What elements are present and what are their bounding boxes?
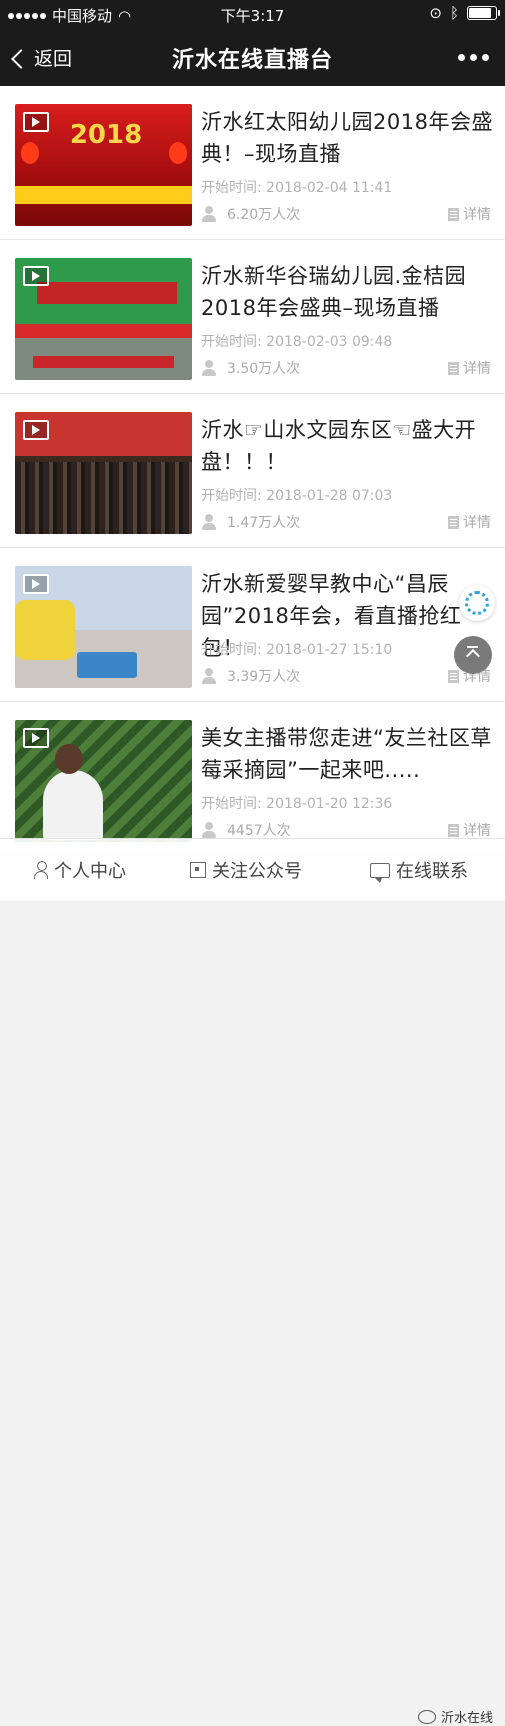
list-item[interactable]: 2018 沂水红太阳幼儿园2018年会盛典！–现场直播 开始时间: 2018-0… xyxy=(0,86,505,240)
details-link[interactable]: 详情 xyxy=(448,512,491,532)
watermark: 沂水在线 xyxy=(417,1707,493,1726)
tab-label: 在线联系 xyxy=(396,861,468,882)
video-thumbnail xyxy=(15,412,192,534)
qr-code-icon xyxy=(190,862,206,878)
details-link[interactable]: 详情 xyxy=(448,358,491,378)
bluetooth-icon: ᛒ xyxy=(449,4,459,22)
tab-follow-account[interactable]: 关注公众号 xyxy=(190,857,302,883)
status-icons: ⊙ ᛒ xyxy=(429,4,500,22)
broadcast-list: 2018 沂水红太阳幼儿园2018年会盛典！–现场直播 开始时间: 2018-0… xyxy=(0,86,505,856)
start-time: 开始时间: 2018-02-04 11:41 xyxy=(201,180,393,196)
video-thumbnail xyxy=(15,566,192,688)
page-title: 沂水在线直播台 xyxy=(171,48,333,73)
status-bar: 中国移动 ◠ 下午3:17 ⊙ ᛒ xyxy=(0,0,505,28)
document-icon xyxy=(448,823,459,837)
item-title: 美女主播带您走进“友兰社区草莓采摘园”一起来吧..... xyxy=(201,726,492,782)
document-icon xyxy=(448,515,459,529)
user-icon xyxy=(34,861,48,879)
watermark-text: 沂水在线 xyxy=(440,1711,493,1726)
details-label: 详情 xyxy=(463,823,491,839)
viewer-count: 4457人次 xyxy=(201,820,291,840)
viewer-count-value: 6.20万人次 xyxy=(227,207,301,223)
viewer-count: 3.50万人次 xyxy=(201,358,300,378)
document-icon xyxy=(448,207,459,221)
video-icon xyxy=(23,266,49,286)
start-time: 开始时间: 2018-01-20 12:36 xyxy=(201,796,393,812)
list-item[interactable]: 美女主播带您走进“友兰社区草莓采摘园”一起来吧..... 开始时间: 2018-… xyxy=(0,702,505,856)
viewer-count: 6.20万人次 xyxy=(201,204,300,224)
details-link[interactable]: 详情 xyxy=(448,204,491,224)
details-label: 详情 xyxy=(463,361,491,377)
person-icon xyxy=(201,668,217,684)
wechat-icon xyxy=(417,1709,436,1724)
item-title: 沂水☞山水文园东区☜盛大开盘！！！ xyxy=(201,418,477,474)
rotation-lock-icon: ⊙ xyxy=(429,4,442,22)
viewer-count-value: 4457人次 xyxy=(227,823,291,839)
start-time: 开始时间: 2018-01-27 15:10 xyxy=(201,642,393,658)
start-time: 开始时间: 2018-01-28 07:03 xyxy=(201,488,393,504)
list-item[interactable]: 沂水新爱婴早教中心“昌辰园”2018年会，看直播抢红包！ 开始时间: 2018-… xyxy=(0,548,505,702)
details-label: 详情 xyxy=(463,515,491,531)
video-icon xyxy=(23,420,49,440)
viewer-count-value: 3.39万人次 xyxy=(227,669,301,685)
video-icon xyxy=(23,112,49,132)
details-label: 详情 xyxy=(463,207,491,223)
person-icon xyxy=(201,822,217,838)
video-thumbnail: 2018 xyxy=(15,104,192,226)
person-icon xyxy=(201,514,217,530)
scroll-to-top-button[interactable] xyxy=(454,636,492,674)
nav-bar: 返回 沂水在线直播台 xyxy=(0,28,505,86)
person-icon xyxy=(201,206,217,222)
person-icon xyxy=(201,360,217,376)
tab-personal-center[interactable]: 个人中心 xyxy=(34,857,126,883)
thumbnail-text: 2018 xyxy=(69,120,143,150)
start-time: 开始时间: 2018-02-03 09:48 xyxy=(201,334,393,350)
more-options-button[interactable] xyxy=(458,54,489,61)
tab-label: 关注公众号 xyxy=(212,861,302,882)
battery-icon xyxy=(467,6,500,20)
viewer-count: 3.39万人次 xyxy=(201,666,300,686)
viewer-count-value: 1.47万人次 xyxy=(227,515,301,531)
tab-label: 个人中心 xyxy=(54,861,126,882)
tab-online-contact[interactable]: 在线联系 xyxy=(370,857,468,883)
item-title: 沂水新华谷瑞幼儿园.金桔园 2018年会盛典–现场直播 xyxy=(201,264,467,320)
flower-badge-icon[interactable] xyxy=(459,585,495,621)
details-link[interactable]: 详情 xyxy=(448,820,491,840)
video-thumbnail xyxy=(15,258,192,380)
list-item[interactable]: 沂水新华谷瑞幼儿园.金桔园 2018年会盛典–现场直播 开始时间: 2018-0… xyxy=(0,240,505,394)
document-icon xyxy=(448,361,459,375)
video-icon xyxy=(23,574,49,594)
list-item[interactable]: 沂水☞山水文园东区☜盛大开盘！！！ 开始时间: 2018-01-28 07:03… xyxy=(0,394,505,548)
viewer-count: 1.47万人次 xyxy=(201,512,300,532)
bottom-tab-bar: 个人中心 关注公众号 在线联系 沂水在线 xyxy=(0,838,505,1726)
video-thumbnail xyxy=(15,720,192,842)
viewer-count-value: 3.50万人次 xyxy=(227,361,301,377)
video-icon xyxy=(23,728,49,748)
document-icon xyxy=(448,669,459,683)
chat-icon xyxy=(370,862,390,883)
item-title: 沂水红太阳幼儿园2018年会盛典！–现场直播 xyxy=(201,110,493,166)
